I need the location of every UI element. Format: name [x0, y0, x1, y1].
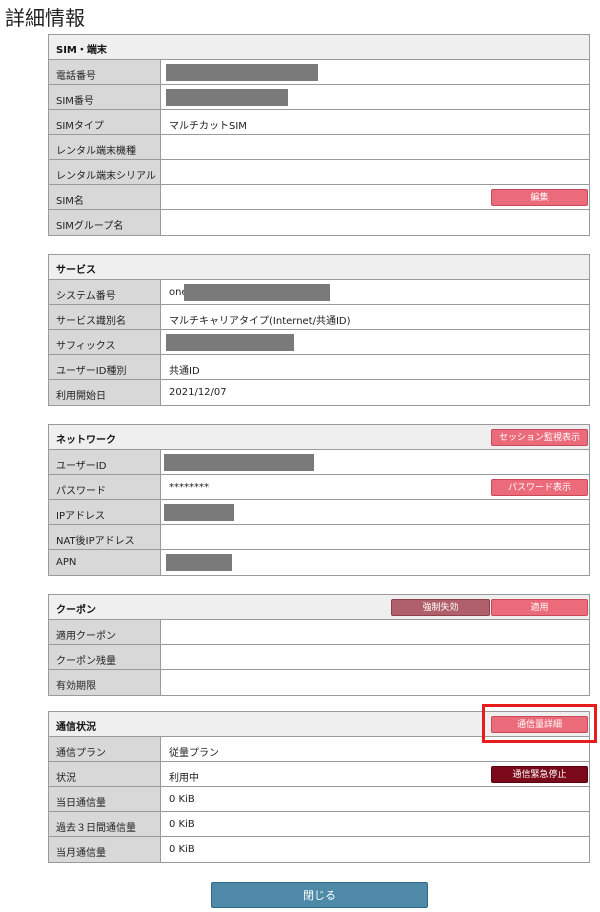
- table-row: 当日通信量 0 KiB: [49, 787, 589, 812]
- redacted-block: [166, 554, 232, 571]
- today-traffic-value: 0 KiB: [169, 794, 195, 805]
- sim-section-header: SIM・端末: [49, 35, 589, 60]
- today-traffic-label: 当日通信量: [49, 787, 161, 811]
- month-traffic-label: 当月通信量: [49, 837, 161, 862]
- service-section-header: サービス: [49, 255, 589, 280]
- apn-label: APN: [49, 550, 161, 575]
- table-row: ユーザーID: [49, 450, 589, 475]
- table-row: パスワード ******** パスワード表示: [49, 475, 589, 500]
- table-row: SIM番号: [49, 85, 589, 110]
- table-row: 過去３日間通信量 0 KiB: [49, 812, 589, 837]
- sim-number-label: SIM番号: [49, 85, 161, 109]
- applied-coupon-label: 適用クーポン: [49, 620, 161, 644]
- highlight-annotation: [482, 704, 597, 743]
- password-label: パスワード: [49, 475, 161, 499]
- sim-section: SIM・端末 電話番号 SIM番号 SIMタイプ マルチカットSIM レンタル端…: [48, 34, 590, 236]
- table-row: SIMグループ名: [49, 210, 589, 235]
- table-row: レンタル端末シリアル: [49, 160, 589, 185]
- expiry-label: 有効期限: [49, 670, 161, 695]
- nat-ip-label: NAT後IPアドレス: [49, 525, 161, 549]
- suffix-label: サフィックス: [49, 330, 161, 354]
- table-row: NAT後IPアドレス: [49, 525, 589, 550]
- three-day-traffic-label: 過去３日間通信量: [49, 812, 161, 836]
- three-day-traffic-value: 0 KiB: [169, 819, 195, 830]
- rental-serial-value: [161, 160, 589, 184]
- service-id-label: サービス識別名: [49, 305, 161, 329]
- network-section-header: ネットワーク セッション監視表示: [49, 425, 589, 450]
- sim-number-value: [161, 85, 589, 109]
- apply-button[interactable]: 適用: [491, 599, 588, 616]
- force-disable-button[interactable]: 強制失効: [391, 599, 490, 616]
- sim-type-value: マルチカットSIM: [169, 121, 247, 132]
- phone-number-value: [161, 60, 589, 84]
- coupon-section-header: クーポン 強制失効 適用: [49, 595, 589, 620]
- rental-serial-label: レンタル端末シリアル: [49, 160, 161, 184]
- table-row: SIMタイプ マルチカットSIM: [49, 110, 589, 135]
- month-traffic-value: 0 KiB: [169, 844, 195, 855]
- user-id-type-value: 共通ID: [169, 366, 200, 377]
- applied-coupon-value: [161, 620, 589, 644]
- table-row: SIM名 編集: [49, 185, 589, 210]
- user-id-value: [161, 450, 589, 474]
- phone-number-label: 電話番号: [49, 60, 161, 84]
- coupon-remaining-label: クーポン残量: [49, 645, 161, 669]
- sim-type-label: SIMタイプ: [49, 110, 161, 134]
- user-id-label: ユーザーID: [49, 450, 161, 474]
- nat-ip-value: [161, 525, 589, 549]
- system-number-value: one: [161, 280, 589, 304]
- table-row: サフィックス: [49, 330, 589, 355]
- apn-value: [161, 550, 589, 575]
- sim-group-value: [161, 210, 589, 235]
- sim-name-label: SIM名: [49, 185, 161, 209]
- start-date-label: 利用開始日: [49, 380, 161, 405]
- suffix-value: [161, 330, 589, 354]
- ip-address-value: [161, 500, 589, 524]
- coupon-remaining-value: [161, 645, 589, 669]
- close-button[interactable]: 閉じる: [211, 882, 428, 908]
- sim-group-label: SIMグループ名: [49, 210, 161, 235]
- table-row: レンタル端末機種: [49, 135, 589, 160]
- redacted-block: [166, 334, 294, 351]
- redacted-block: [166, 64, 318, 81]
- session-monitor-button[interactable]: セッション監視表示: [491, 429, 588, 446]
- start-date-value: 2021/12/07: [169, 387, 227, 398]
- expiry-value: [161, 670, 589, 695]
- table-row: ユーザーID種別 共通ID: [49, 355, 589, 380]
- table-row: システム番号 one: [49, 280, 589, 305]
- table-row: 利用開始日 2021/12/07: [49, 380, 589, 405]
- table-row: 当月通信量 0 KiB: [49, 837, 589, 862]
- redacted-block: [164, 454, 314, 471]
- table-row: IPアドレス: [49, 500, 589, 525]
- ip-address-label: IPアドレス: [49, 500, 161, 524]
- emergency-stop-button[interactable]: 通信緊急停止: [491, 766, 588, 783]
- coupon-section-title: クーポン: [56, 605, 96, 616]
- system-number-label: システム番号: [49, 280, 161, 304]
- service-section-title: サービス: [56, 265, 96, 276]
- table-row: 状況 利用中 通信緊急停止: [49, 762, 589, 787]
- service-section: サービス システム番号 one サービス識別名 マルチキャリアタイプ(Inter…: [48, 254, 590, 406]
- coupon-section: クーポン 強制失効 適用 適用クーポン クーポン残量 有効期限: [48, 594, 590, 696]
- table-row: クーポン残量: [49, 645, 589, 670]
- show-password-button[interactable]: パスワード表示: [491, 479, 588, 496]
- traffic-section-title: 通信状況: [56, 722, 96, 733]
- table-row: 電話番号: [49, 60, 589, 85]
- network-section-title: ネットワーク: [56, 435, 116, 446]
- network-section: ネットワーク セッション監視表示 ユーザーID パスワード ******** パ…: [48, 424, 590, 576]
- rental-model-label: レンタル端末機種: [49, 135, 161, 159]
- status-label: 状況: [49, 762, 161, 786]
- plan-label: 通信プラン: [49, 737, 161, 761]
- redacted-block: [166, 89, 288, 106]
- service-id-value: マルチキャリアタイプ(Internet/共通ID): [169, 316, 351, 327]
- sim-section-title: SIM・端末: [56, 45, 107, 56]
- user-id-type-label: ユーザーID種別: [49, 355, 161, 379]
- page-title: 詳細情報: [5, 6, 85, 30]
- redacted-block: [184, 284, 330, 301]
- edit-button[interactable]: 編集: [491, 189, 588, 206]
- redacted-block: [164, 504, 234, 521]
- table-row: サービス識別名 マルチキャリアタイプ(Internet/共通ID): [49, 305, 589, 330]
- table-row: 適用クーポン: [49, 620, 589, 645]
- rental-model-value: [161, 135, 589, 159]
- table-row: 有効期限: [49, 670, 589, 695]
- table-row: APN: [49, 550, 589, 575]
